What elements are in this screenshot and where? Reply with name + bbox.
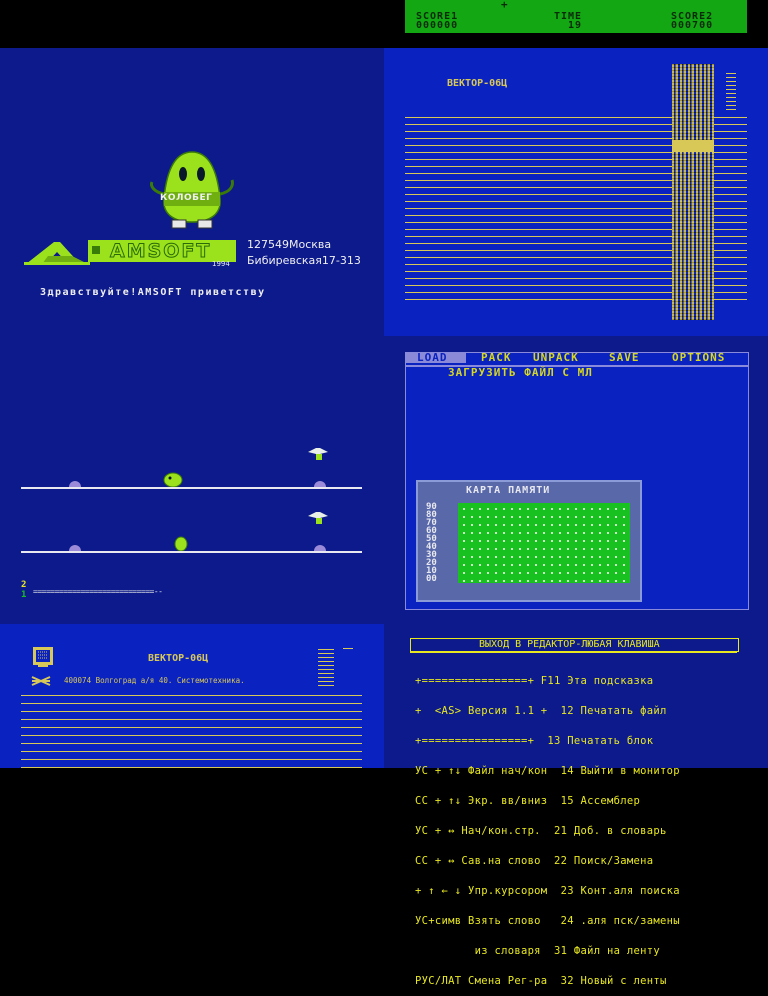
address-line2: Бибиревская17-313 bbox=[247, 254, 361, 267]
help-header-box: ВЫХОД В РЕДАКТОР-ЛЮБАЯ КЛАВИША bbox=[410, 638, 739, 652]
ground-line bbox=[21, 551, 362, 553]
bird-enemy-icon bbox=[308, 512, 328, 524]
address-line1: 127549Москва bbox=[247, 238, 332, 251]
help-line: + ↑ ← ↓ Упр.курсором 23 Конт.аля поиска bbox=[415, 885, 680, 897]
help-lines: +================+ F11 Эта подсказка + <… bbox=[415, 656, 680, 996]
bottom-vector-title: ВЕКТОР-06Ц bbox=[148, 653, 209, 664]
memory-map-title: КАРТА ПАМЯТИ bbox=[466, 485, 551, 496]
logo-square-icon bbox=[92, 246, 100, 254]
help-line: УС+симв Взять слово 24 .аля пск/замены bbox=[415, 915, 680, 927]
bottom-address: 400074 Волгоград а/я 40. Системотехника. bbox=[64, 676, 245, 685]
cross-logo-icon bbox=[31, 676, 51, 686]
memory-rows: 90 80 70 60 50 40 30 20 10 00 bbox=[426, 503, 437, 584]
amsoft-a-logo-icon bbox=[24, 242, 90, 265]
help-line: СС + ↑↓ Экр. вв/вниз 15 Ассемблер bbox=[415, 795, 641, 807]
mascot-kolobeg-icon bbox=[150, 151, 234, 229]
noise-column bbox=[672, 64, 714, 320]
greeting-text: Здравствуйте!AMSOFT приветству bbox=[40, 287, 266, 298]
progress-bar: ============================-- bbox=[33, 587, 163, 596]
menu-load[interactable]: LOAD bbox=[417, 351, 448, 364]
side-marks bbox=[726, 70, 736, 110]
menu-unpack[interactable]: UNPACK bbox=[533, 351, 579, 364]
help-line: УС + ↔ Нач/кон.стр. 21 Доб. в словарь bbox=[415, 825, 667, 837]
bird-enemy-icon bbox=[308, 448, 328, 460]
score1-value: 000000 bbox=[416, 20, 459, 31]
help-line: РУС/ЛАТ Смена Рег-ра 32 Новый с ленты bbox=[415, 975, 667, 987]
memory-row-label: 00 bbox=[426, 574, 437, 584]
title-screen-panel bbox=[0, 48, 384, 624]
mascot-label: КОЛОБЕГ bbox=[160, 193, 213, 203]
ground-line bbox=[21, 487, 362, 489]
noise-block bbox=[672, 140, 714, 152]
score-panel: + SCORE1 000000 TIME 19 SCORE2 000700 bbox=[405, 0, 747, 33]
help-line: из словаря 31 Файл на ленту bbox=[415, 945, 660, 957]
help-line: СС + ↔ Сав.на слово 22 Поиск/Замена bbox=[415, 855, 654, 867]
menu-save[interactable]: SAVE bbox=[609, 351, 640, 364]
logo-text: AMSOFT bbox=[109, 240, 212, 263]
memory-grid bbox=[458, 503, 630, 583]
monitor-icon bbox=[33, 647, 53, 667]
help-divider bbox=[410, 651, 737, 653]
help-line: +================+ F11 Эта подсказка bbox=[415, 675, 654, 687]
score-marker: + bbox=[501, 0, 508, 11]
help-header: ВЫХОД В РЕДАКТОР-ЛЮБАЯ КЛАВИША bbox=[479, 639, 660, 650]
side-marks bbox=[318, 648, 334, 686]
player-kolobeg-icon bbox=[163, 472, 183, 487]
menu-pack[interactable]: PACK bbox=[481, 351, 512, 364]
loader-status: ЗАГРУЗИТЬ ФАЙЛ С МЛ bbox=[448, 366, 593, 379]
menu-options[interactable]: OPTIONS bbox=[672, 351, 725, 364]
raster-lines bbox=[21, 695, 362, 768]
lane-counter-bottom: 1 bbox=[21, 590, 27, 600]
lane-counter-top: 2 bbox=[21, 580, 27, 590]
help-line: +================+ 13 Печатать блок bbox=[415, 735, 654, 747]
vector-title: ВЕКТОР-06Ц bbox=[447, 78, 508, 89]
player-kolobeg-icon bbox=[174, 536, 188, 551]
side-mark bbox=[343, 648, 353, 649]
help-line: + <AS> Версия 1.1 + 12 Печатать файл bbox=[415, 705, 667, 717]
score2-value: 000700 bbox=[671, 20, 714, 31]
logo-year: 1994 bbox=[212, 260, 230, 268]
time-value: 19 bbox=[568, 20, 583, 31]
amsoft-logo-box: AMSOFT bbox=[88, 240, 236, 263]
